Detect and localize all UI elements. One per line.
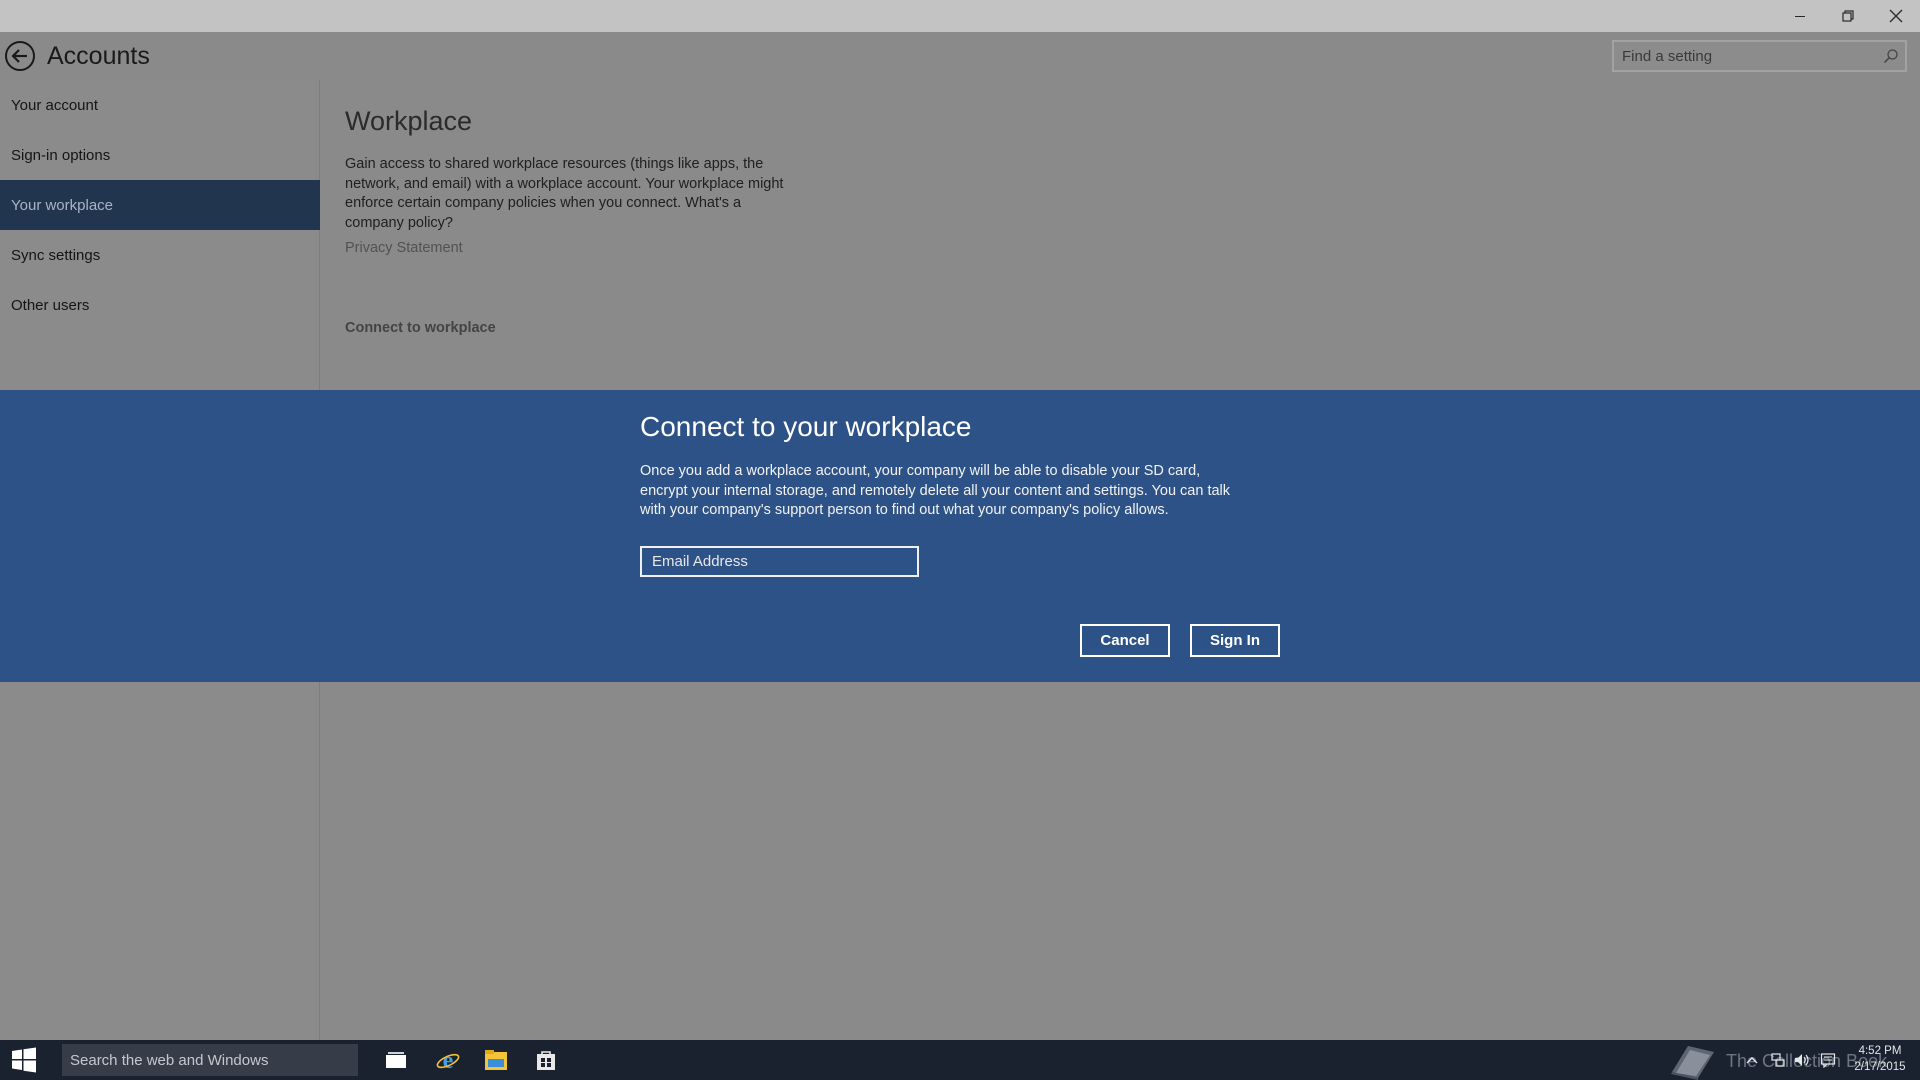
dialog-title: Connect to your workplace	[640, 411, 972, 442]
chevron-up-icon[interactable]	[1744, 1052, 1760, 1068]
minimize-button[interactable]	[1776, 0, 1824, 32]
internet-explorer-icon: e	[436, 1048, 460, 1072]
privacy-statement-link[interactable]: Privacy Statement	[345, 240, 463, 256]
store-icon	[537, 1051, 555, 1070]
cancel-button[interactable]: Cancel	[1080, 624, 1170, 657]
sidebar-item-your-workplace[interactable]: Your workplace	[0, 180, 320, 230]
close-button[interactable]	[1872, 0, 1920, 32]
sidebar-item-label: Sync settings	[11, 246, 101, 264]
volume-icon[interactable]	[1794, 1052, 1810, 1068]
taskbar: Search the web and Windows e The Collect…	[0, 1040, 1920, 1080]
windows-logo-icon	[12, 1047, 36, 1073]
back-arrow-icon	[5, 41, 35, 71]
title-bar	[0, 0, 1920, 32]
internet-explorer-button[interactable]: e	[424, 1040, 472, 1080]
book-logo-icon	[1671, 1046, 1714, 1080]
app-header: Accounts	[0, 32, 1920, 80]
sidebar-item-sync-settings[interactable]: Sync settings	[0, 230, 320, 280]
dialog-message: Once you add a workplace account, your c…	[640, 463, 1231, 518]
workplace-description: Gain access to shared workplace resource…	[345, 156, 784, 231]
network-icon[interactable]	[1770, 1052, 1786, 1068]
task-view-icon	[386, 1052, 406, 1068]
clock-time: 4:52 PM	[1858, 1045, 1902, 1057]
clock-date: 2/17/2015	[1854, 1061, 1906, 1073]
connect-to-workplace-link[interactable]: Connect to workplace	[345, 320, 496, 336]
close-icon	[1889, 9, 1903, 23]
file-explorer-icon	[485, 1050, 507, 1070]
sidebar-item-label: Sign-in options	[11, 146, 111, 164]
minimize-icon	[1795, 16, 1805, 17]
restore-icon	[1842, 10, 1854, 22]
svg-text:e: e	[443, 1048, 454, 1072]
store-button[interactable]	[522, 1040, 570, 1080]
email-field[interactable]	[640, 546, 919, 577]
restore-button[interactable]	[1824, 0, 1872, 32]
taskbar-search-box[interactable]: Search the web and Windows	[62, 1044, 358, 1076]
sign-in-button[interactable]: Sign In	[1190, 624, 1280, 657]
sidebar-item-label: Your workplace	[11, 196, 114, 214]
sidebar-item-label: Your account	[11, 96, 99, 114]
section-title: Workplace	[345, 106, 473, 136]
search-icon[interactable]	[1883, 48, 1899, 64]
sidebar-item-other-users[interactable]: Other users	[0, 280, 320, 330]
start-button[interactable]	[0, 1040, 48, 1080]
back-button[interactable]	[4, 40, 36, 72]
clock[interactable]: 4:52 PM 2/17/2015	[1848, 1043, 1912, 1075]
sidebar-item-sign-in-options[interactable]: Sign-in options	[0, 130, 320, 180]
find-setting-search[interactable]	[1612, 40, 1907, 72]
file-explorer-button[interactable]	[472, 1040, 520, 1080]
task-view-button[interactable]	[372, 1040, 420, 1080]
search-input[interactable]	[1622, 42, 1872, 70]
action-center-icon[interactable]	[1820, 1052, 1836, 1068]
sidebar-item-your-account[interactable]: Your account	[0, 80, 320, 130]
connect-workplace-dialog: Connect to your workplace Once you add a…	[0, 390, 1920, 682]
page-title: Accounts	[47, 42, 150, 70]
sidebar-item-label: Other users	[11, 296, 90, 314]
